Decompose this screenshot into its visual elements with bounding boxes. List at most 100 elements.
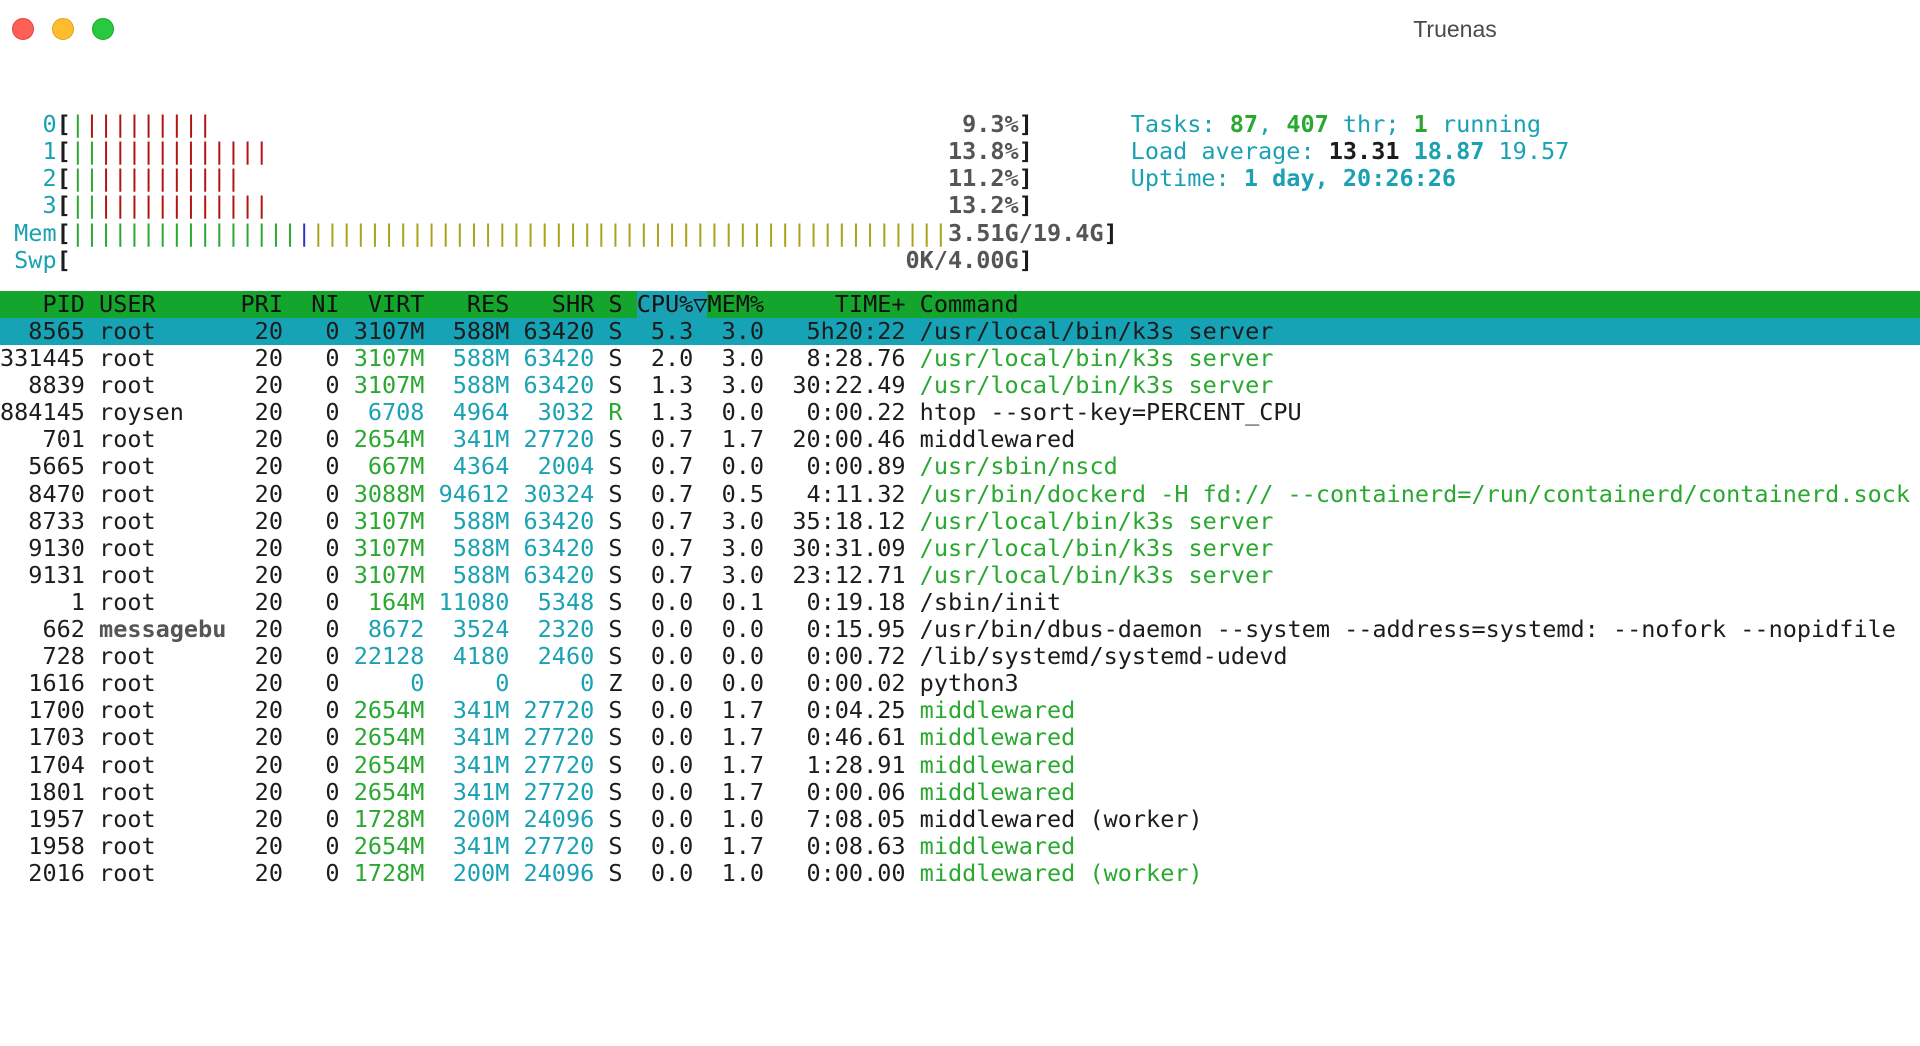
process-row[interactable]: 1 root 20 0 164M 11080 5348 S 0.0 0.1 0:… [0, 587, 1920, 616]
column-header-user[interactable]: USER [99, 290, 240, 318]
process-row[interactable]: 884145 roysen 20 0 6708 4964 3032 R 1.3 … [0, 399, 1920, 426]
cell-mem: 0.5 [707, 479, 779, 508]
maximize-window-button[interactable] [92, 18, 114, 40]
process-row[interactable]: 1703 root 20 0 2654M 341M 27720 S 0.0 1.… [0, 724, 1920, 751]
cell-shr: 63420 [523, 560, 609, 589]
cell-mem: 1.7 [707, 777, 779, 806]
column-header-virt[interactable]: VIRT [354, 290, 439, 318]
meter-bracket: [ [56, 137, 71, 166]
cpu-bar-low: || [70, 164, 100, 193]
process-row[interactable]: 8470 root 20 0 3088M 94612 30324 S 0.7 0… [0, 479, 1920, 508]
cell-shr: 30324 [523, 479, 609, 508]
cell-virt: 1728M [353, 804, 439, 833]
terminal-area[interactable]: 0[|||||||||| 9.3%] 1[|||||||||||||| 13.8… [0, 60, 1920, 1046]
column-header-time[interactable]: TIME+ [778, 290, 919, 318]
cell-pri: 20 [240, 642, 298, 671]
cell-state: S [608, 858, 637, 887]
cell-ni: 0 [297, 506, 354, 535]
cpu-meter-label: 3 [0, 191, 57, 220]
column-header-res[interactable]: RES [439, 290, 524, 318]
cell-user: root [99, 533, 241, 562]
cell-cpu: 0.0 [636, 642, 708, 671]
cell-time: 30:22.49 [778, 371, 920, 400]
column-header-ni[interactable]: NI [297, 290, 354, 318]
cell-command: middlewared [919, 425, 1076, 454]
cell-user: root [99, 804, 241, 833]
minimize-window-button[interactable] [52, 18, 74, 40]
cell-res: 341M [438, 425, 524, 454]
cell-command: python3 [919, 669, 1019, 698]
cell-virt: 3107M [353, 344, 439, 372]
cell-user: root [99, 723, 241, 752]
cell-user: root [99, 587, 241, 616]
process-row[interactable]: 1700 root 20 0 2654M 341M 27720 S 0.0 1.… [0, 697, 1920, 724]
process-row[interactable]: 1958 root 20 0 2654M 341M 27720 S 0.0 1.… [0, 831, 1920, 860]
cpu-meter-label: 2 [0, 164, 57, 193]
process-row[interactable]: 1801 root 20 0 2654M 341M 27720 S 0.0 1.… [0, 777, 1920, 806]
process-row[interactable]: 2016 root 20 0 1728M 200M 24096 S 0.0 1.… [0, 858, 1920, 887]
cell-ni: 0 [297, 804, 354, 833]
cell-state: S [608, 344, 637, 372]
process-row[interactable]: 1616 root 20 0 0 0 0 Z 0.0 0.0 0:00.02 p… [0, 670, 1920, 697]
process-row[interactable]: 331445 root 20 0 3107M 588M 63420 S 2.0 … [0, 344, 1920, 372]
uptime-value: 1 day, 20:26:26 [1243, 164, 1457, 193]
cell-time: 0:00.06 [778, 777, 920, 806]
process-row[interactable]: 8839 root 20 0 3107M 588M 63420 S 1.3 3.… [0, 371, 1920, 400]
column-header-pid[interactable]: PID [0, 290, 99, 318]
cell-time: 0:00.72 [778, 642, 920, 671]
cell-mem: 3.0 [707, 344, 779, 372]
column-header-shr[interactable]: SHR [524, 290, 609, 318]
process-row[interactable]: 662 messagebu 20 0 8672 3524 2320 S 0.0 … [0, 615, 1920, 643]
process-row[interactable]: 701 root 20 0 2654M 341M 27720 S 0.7 1.7… [0, 426, 1920, 453]
cell-pri: 20 [240, 398, 298, 427]
column-header-command[interactable]: Command [920, 290, 1019, 318]
tasks-label: Tasks: [1130, 110, 1230, 139]
cell-cpu: 0.7 [636, 560, 708, 589]
cell-cpu: 5.3 [636, 316, 708, 345]
process-row-selected[interactable]: 8565 root 20 0 3107M 588M 63420 S 5.3 3.… [0, 316, 1920, 345]
column-header-s[interactable]: S [608, 290, 636, 318]
cell-state: S [608, 777, 637, 806]
cell-cpu: 0.0 [636, 696, 708, 725]
cell-user: root [99, 316, 241, 345]
column-header-mem[interactable]: MEM% [707, 290, 778, 318]
cell-shr: 24096 [523, 858, 609, 887]
process-row[interactable]: 9130 root 20 0 3107M 588M 63420 S 0.7 3.… [0, 533, 1920, 562]
cell-shr: 24096 [523, 804, 609, 833]
cell-virt: 3107M [353, 371, 439, 400]
cell-cpu: 2.0 [636, 344, 708, 372]
process-row[interactable]: 8733 root 20 0 3107M 588M 63420 S 0.7 3.… [0, 506, 1920, 535]
process-row[interactable]: 1704 root 20 0 2654M 341M 27720 S 0.0 1.… [0, 750, 1920, 779]
column-header-pri[interactable]: PRI [241, 290, 298, 318]
meter-fill [241, 164, 934, 192]
process-row[interactable]: 5665 root 20 0 667M 4364 2004 S 0.7 0.0 … [0, 453, 1920, 480]
cell-time: 4:11.32 [778, 479, 920, 508]
cell-mem: 0.0 [707, 452, 779, 481]
cell-mem: 1.0 [707, 804, 779, 833]
cell-res: 341M [438, 831, 524, 860]
process-row[interactable]: 728 root 20 0 22128 4180 2460 S 0.0 0.0 … [0, 642, 1920, 671]
column-header-cpu[interactable]: CPU%▽ [636, 290, 708, 318]
cell-user: root [99, 750, 241, 779]
cpu-meter-label: 0 [0, 110, 57, 139]
process-row[interactable]: 9131 root 20 0 3107M 588M 63420 S 0.7 3.… [0, 560, 1920, 589]
process-row[interactable]: 1957 root 20 0 1728M 200M 24096 S 0.0 1.… [0, 804, 1920, 833]
cell-virt: 2654M [353, 750, 439, 779]
cell-state: Z [608, 669, 637, 698]
cell-ni: 0 [297, 398, 354, 427]
meter-bracket: ] [1018, 191, 1033, 220]
cell-cpu: 0.7 [636, 452, 708, 481]
cell-time: 8:28.76 [778, 344, 920, 372]
cpu-meter-value: 11.2% [933, 164, 1019, 193]
mem-meter-label: Mem [0, 218, 57, 247]
cell-pid: 8470 [0, 479, 100, 508]
mem-bar-used: |||||||||||||||| [70, 218, 298, 247]
cell-pri: 20 [240, 479, 298, 508]
close-window-button[interactable] [12, 18, 34, 40]
cell-mem: 0.0 [707, 615, 779, 643]
cell-mem: 1.7 [707, 750, 779, 779]
cell-mem: 1.7 [707, 696, 779, 725]
meter-fill [269, 137, 934, 165]
load-5min: 18.87 [1399, 137, 1485, 166]
cell-virt: 0 [353, 669, 439, 698]
